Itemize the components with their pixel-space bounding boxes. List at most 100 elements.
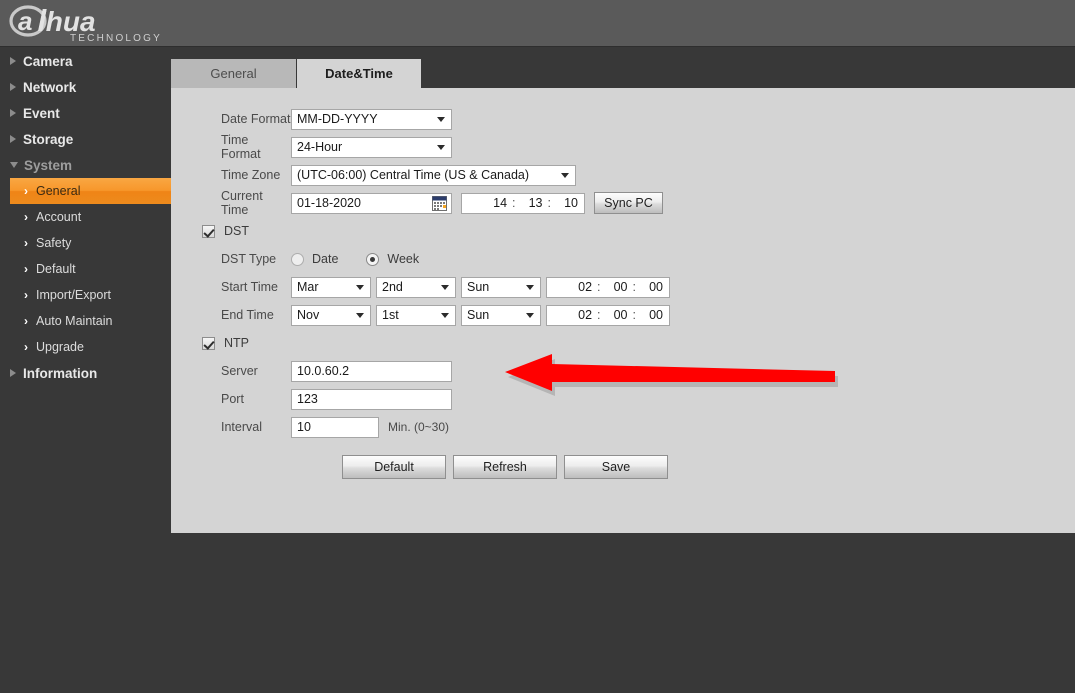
end-time-label: End Time [221, 308, 274, 322]
sidebar-item-label: Import/Export [36, 288, 112, 302]
sidebar-item-auto-maintain[interactable]: › Auto Maintain [10, 308, 171, 334]
tab-general[interactable]: General [171, 59, 296, 88]
row-port: Port 123 [171, 385, 452, 413]
chevron-down-icon [437, 145, 445, 150]
ntp-checkbox-group[interactable]: NTP [202, 336, 249, 350]
dst-type-date-option[interactable]: Date [291, 252, 338, 266]
dst-type-week-option[interactable]: Week [366, 252, 419, 266]
server-input[interactable]: 10.0.60.2 [291, 360, 452, 382]
sidebar-item-camera[interactable]: Camera [0, 48, 171, 74]
svg-text:TECHNOLOGY: TECHNOLOGY [70, 33, 162, 44]
chevron-right-icon: › [24, 314, 28, 328]
svg-text:a: a [18, 6, 32, 36]
end-month-select[interactable]: Nov [291, 304, 371, 326]
port-label: Port [221, 392, 244, 406]
interval-value: 10 [297, 420, 311, 434]
time-colon: : [597, 280, 601, 294]
dst-checkbox-group[interactable]: DST [202, 224, 249, 238]
date-format-label: Date Format [221, 112, 291, 126]
start-second: 00 [649, 280, 663, 294]
current-date-value: 01-18-2020 [297, 196, 361, 210]
chevron-right-icon [10, 135, 16, 143]
sidebar-item-system[interactable]: System [0, 152, 72, 178]
calendar-icon[interactable] [432, 195, 447, 211]
default-button[interactable]: Default [342, 455, 446, 479]
save-button-label: Save [601, 460, 631, 474]
time-format-select[interactable]: 24-Hour [291, 136, 452, 158]
dst-type-week-radio[interactable] [366, 252, 380, 266]
chevron-down-icon [356, 313, 364, 318]
start-time-label: Start Time [221, 280, 278, 294]
app-header: a lhua TECHNOLOGY [0, 0, 1075, 47]
end-time-input[interactable]: 02 : 00 : 00 [546, 304, 670, 326]
sidebar-item-label: System [24, 157, 73, 173]
chevron-right-icon: › [24, 262, 28, 276]
sidebar-item-label: Network [23, 79, 77, 95]
time-format-label: Time Format [221, 133, 261, 161]
tab-date-time[interactable]: Date&Time [297, 59, 421, 88]
sidebar-item-label: Storage [23, 131, 74, 147]
dst-type-week-label: Week [387, 252, 420, 266]
sidebar-item-network[interactable]: Network [0, 74, 76, 100]
start-time-input[interactable]: 02 : 00 : 00 [546, 276, 670, 298]
start-day-select[interactable]: Sun [461, 276, 541, 298]
sidebar-item-import-export[interactable]: › Import/Export [10, 282, 171, 308]
row-end-time: End Time Nov 1st Sun 02 : 00 : 00 [171, 301, 670, 329]
time-zone-value: (UTC-06:00) Central Time (US & Canada) [297, 168, 530, 182]
sidebar-item-label: Information [23, 365, 98, 381]
chevron-down-icon [526, 285, 534, 290]
ntp-checkbox[interactable] [202, 336, 215, 350]
sidebar-item-safety[interactable]: › Safety [10, 230, 171, 256]
refresh-button-label: Refresh [483, 460, 527, 474]
chevron-right-icon: › [24, 288, 28, 302]
start-week-select[interactable]: 2nd [376, 276, 456, 298]
current-minute: 13 [528, 196, 543, 210]
dst-type-date-radio[interactable] [291, 252, 304, 266]
sidebar-item-default[interactable]: › Default [10, 256, 171, 282]
chevron-right-icon [10, 57, 16, 65]
sidebar-item-account[interactable]: › Account [10, 204, 171, 230]
dst-type-date-label: Date [312, 252, 339, 266]
row-start-time: Start Time Mar 2nd Sun 02 : 00 : 00 [171, 273, 670, 301]
end-week-select[interactable]: 1st [376, 304, 456, 326]
time-format-value: 24-Hour [297, 140, 343, 154]
sidebar-item-information[interactable]: Information [0, 360, 97, 386]
start-week-value: 2nd [382, 280, 403, 294]
sidebar-item-label: Camera [23, 53, 73, 69]
row-date-format: Date Format MM-DD-YYYY [171, 105, 452, 133]
sidebar-item-label: Account [36, 210, 82, 224]
sidebar-item-label: Default [36, 262, 76, 276]
interval-input[interactable]: 10 [291, 416, 379, 438]
save-button[interactable]: Save [564, 455, 668, 479]
time-colon: : [632, 308, 636, 322]
start-month-select[interactable]: Mar [291, 276, 371, 298]
end-day-select[interactable]: Sun [461, 304, 541, 326]
current-time-input[interactable]: 14 : 13 : 10 [461, 192, 585, 214]
start-day-value: Sun [467, 280, 490, 294]
dahua-logo-icon: a lhua TECHNOLOGY [9, 5, 162, 44]
refresh-button[interactable]: Refresh [453, 455, 557, 479]
sidebar-item-general[interactable]: › General [10, 178, 171, 204]
chevron-down-icon [441, 285, 449, 290]
dst-type-label: DST Type [221, 252, 277, 266]
action-buttons: Default Refresh Save [171, 453, 668, 481]
chevron-down-icon [356, 285, 364, 290]
sidebar-item-event[interactable]: Event [0, 100, 60, 126]
chevron-right-icon [10, 109, 16, 117]
sidebar-item-label: Auto Maintain [36, 314, 113, 328]
row-time-zone: Time Zone (UTC-06:00) Central Time (US &… [171, 161, 576, 189]
end-week-value: 1st [382, 308, 399, 322]
time-zone-select[interactable]: (UTC-06:00) Central Time (US & Canada) [291, 164, 576, 186]
date-format-select[interactable]: MM-DD-YYYY [291, 108, 452, 130]
time-colon: : [547, 196, 551, 210]
sidebar-item-upgrade[interactable]: › Upgrade [10, 334, 171, 360]
dst-checkbox[interactable] [202, 224, 215, 238]
port-input[interactable]: 123 [291, 388, 452, 410]
sync-pc-button[interactable]: Sync PC [594, 192, 663, 214]
sync-pc-label: Sync PC [604, 196, 653, 210]
sidebar-item-label: Event [23, 105, 60, 121]
sidebar-item-label: General [36, 184, 81, 198]
sidebar-item-storage[interactable]: Storage [0, 126, 73, 152]
current-date-input[interactable]: 01-18-2020 [291, 192, 452, 214]
end-day-value: Sun [467, 308, 490, 322]
